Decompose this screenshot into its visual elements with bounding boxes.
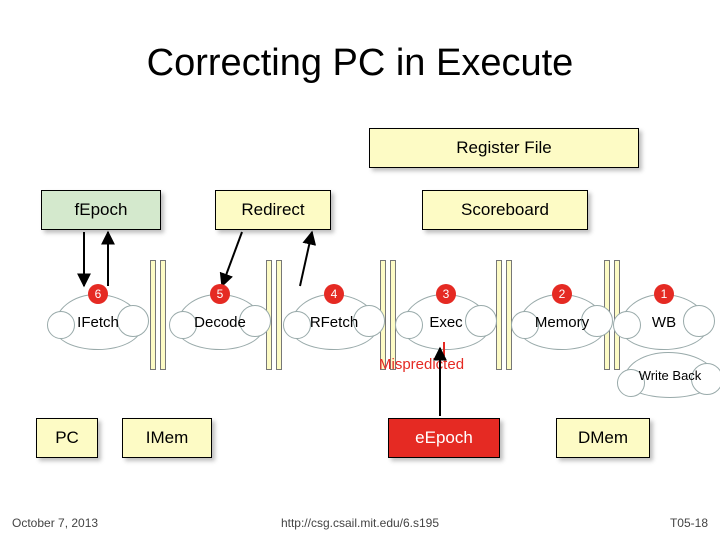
stage-exec: 3 Exec	[400, 284, 492, 350]
stage-decode: 5 Decode	[174, 284, 266, 350]
mispredicted-label: Mispredicted	[379, 356, 464, 373]
fifo-bar	[496, 260, 502, 370]
scoreboard-box: Scoreboard	[422, 190, 588, 230]
pc-box: PC	[36, 418, 98, 458]
stage-number: 3	[436, 284, 456, 304]
page-title: Correcting PC in Execute	[0, 42, 720, 85]
stage-label: WB	[652, 314, 676, 331]
stage-number: 2	[552, 284, 572, 304]
writeback-cloud: Write Back	[622, 352, 718, 398]
fifo-bar	[276, 260, 282, 370]
stage-label: Decode	[194, 314, 246, 331]
stage-label: Exec	[429, 314, 462, 331]
stage-label: Memory	[535, 314, 589, 331]
fifo-bar	[506, 260, 512, 370]
stage-number: 6	[88, 284, 108, 304]
stage-wb: 1 WB	[618, 284, 710, 350]
f-epoch-box: fEpoch	[41, 190, 161, 230]
stage-label: IFetch	[77, 314, 119, 331]
stage-number: 5	[210, 284, 230, 304]
fifo-bar	[150, 260, 156, 370]
fifo-bar	[390, 260, 396, 370]
stage-number: 4	[324, 284, 344, 304]
footer-slide: T05-18	[670, 516, 708, 530]
stage-rfetch: 4 RFetch	[288, 284, 380, 350]
redirect-box: Redirect	[215, 190, 331, 230]
stage-number: 1	[654, 284, 674, 304]
e-epoch-box: eEpoch	[388, 418, 500, 458]
dmem-box: DMem	[556, 418, 650, 458]
stage-label: RFetch	[310, 314, 358, 331]
register-file-box: Register File	[369, 128, 639, 168]
imem-box: IMem	[122, 418, 212, 458]
stage-ifetch: 6 IFetch	[52, 284, 144, 350]
footer-url: http://csg.csail.mit.edu/6.s195	[0, 516, 720, 530]
writeback-label: Write Back	[639, 368, 702, 383]
stage-memory: 2 Memory	[516, 284, 608, 350]
fifo-bar	[160, 260, 166, 370]
